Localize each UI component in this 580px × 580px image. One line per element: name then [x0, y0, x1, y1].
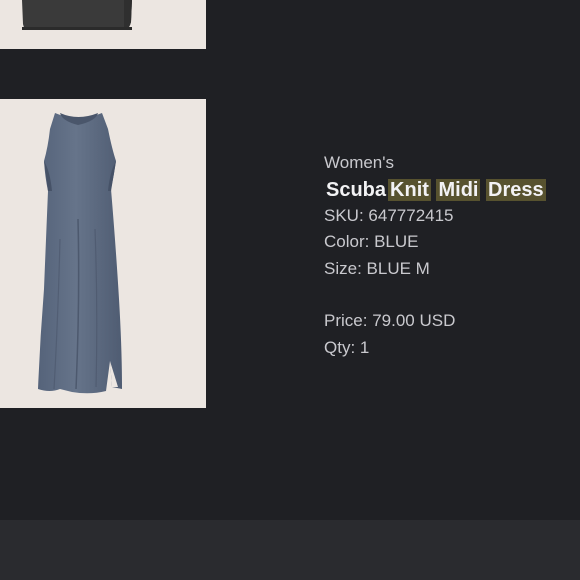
sku-value: 647772415 [368, 205, 454, 225]
price-value: 79.00 USD [372, 311, 456, 330]
size-label: Size: [324, 258, 362, 278]
color-value: BLUE [374, 232, 419, 251]
size-value: BLUE M [366, 258, 430, 278]
qty-label: Qty: [324, 337, 356, 357]
color-line: Color: BLUE [324, 229, 574, 256]
qty-line: Qty: 1 [324, 335, 574, 362]
color-label: Color: [324, 232, 370, 251]
product-category: Women's [324, 153, 395, 172]
size-line: Size: BLUE M [324, 256, 574, 283]
dark-garment-image [0, 0, 206, 49]
title-word-highlighted: Midi [436, 178, 481, 201]
previous-product-image[interactable] [0, 0, 206, 49]
qty-value: 1 [359, 337, 370, 357]
title-word-highlighted: Knit [388, 178, 431, 201]
sku-line: SKU: 647772415 [324, 203, 574, 230]
price-label: Price: [324, 311, 368, 330]
blue-dress-image [0, 99, 206, 408]
bottom-bar [0, 520, 580, 580]
title-word-highlighted: Dress [486, 178, 546, 201]
product-details: Women's Scuba Knit Midi Dress SKU: 647772… [324, 150, 574, 361]
title-word: Scuba [326, 178, 387, 201]
product-image[interactable] [0, 99, 206, 408]
product-title[interactable]: Scuba Knit Midi Dress [324, 177, 574, 203]
sku-label: SKU: [324, 205, 364, 225]
price-line: Price: 79.00 USD [324, 308, 574, 335]
